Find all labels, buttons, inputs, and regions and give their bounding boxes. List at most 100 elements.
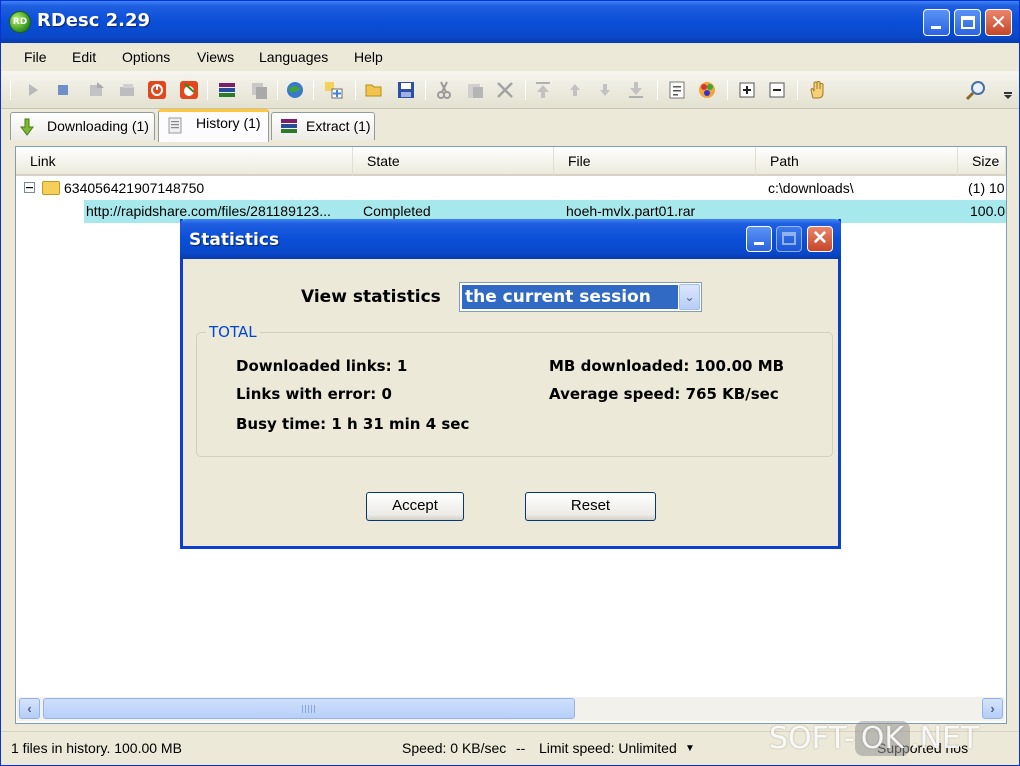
scroll-thumb[interactable] bbox=[43, 698, 575, 719]
maximize-icon bbox=[782, 232, 796, 245]
menu-help[interactable]: Help bbox=[354, 49, 383, 65]
close-button[interactable]: ✕ bbox=[985, 9, 1012, 36]
globe-icon[interactable] bbox=[285, 80, 305, 100]
status-separator: -- bbox=[516, 740, 526, 756]
busy-time: Busy time: 1 h 31 min 4 sec bbox=[236, 415, 470, 433]
search-icon[interactable] bbox=[965, 80, 985, 101]
move-bottom-icon[interactable] bbox=[626, 80, 646, 100]
tab-downloading[interactable]: Downloading (1) bbox=[10, 112, 155, 140]
item-link: http://rapidshare.com/files/281189123... bbox=[86, 203, 331, 219]
view-statistics-label: View statistics bbox=[301, 287, 441, 307]
scroll-left-button[interactable]: ‹ bbox=[19, 698, 40, 719]
add-link-icon[interactable] bbox=[323, 80, 343, 100]
open-folder-icon[interactable] bbox=[364, 80, 384, 100]
title-bar[interactable]: RD RDesc 2.29 ✕ bbox=[1, 1, 1019, 43]
properties-icon[interactable] bbox=[667, 80, 687, 100]
watermark: SOFT- OK .NET bbox=[769, 721, 979, 765]
move-top-icon[interactable] bbox=[533, 80, 553, 100]
chevron-down-icon[interactable]: ⌄ bbox=[679, 284, 700, 310]
close-icon: ✕ bbox=[990, 10, 1007, 34]
window-title: RDesc 2.29 bbox=[37, 10, 151, 31]
mb-downloaded: MB downloaded: 100.00 MB bbox=[549, 357, 785, 375]
statistics-period-select[interactable]: the current session ⌄ bbox=[459, 282, 702, 312]
horizontal-scrollbar[interactable]: ‹ › bbox=[17, 697, 1005, 721]
toolbar-grip[interactable] bbox=[10, 80, 11, 100]
list-header: Link State File Path Size bbox=[16, 147, 1006, 176]
delete-icon[interactable] bbox=[495, 80, 515, 100]
menu-languages[interactable]: Languages bbox=[259, 49, 328, 65]
minimize-icon bbox=[931, 26, 941, 29]
accept-button[interactable]: Accept bbox=[366, 492, 464, 521]
total-group-title: TOTAL bbox=[206, 323, 260, 341]
column-header-path[interactable]: Path bbox=[756, 147, 958, 176]
statistics-dialog: Statistics ✕ View statistics the current… bbox=[180, 219, 841, 549]
toolbar-separator bbox=[425, 80, 426, 100]
scroll-right-button[interactable]: › bbox=[982, 698, 1003, 719]
minimize-icon bbox=[754, 242, 764, 245]
move-down-icon[interactable] bbox=[595, 80, 615, 100]
stop-icon[interactable] bbox=[53, 80, 73, 100]
dialog-minimize-button[interactable] bbox=[746, 226, 772, 252]
toolbar-separator bbox=[313, 80, 314, 100]
extract-icon[interactable] bbox=[217, 80, 237, 100]
cut-icon[interactable] bbox=[434, 80, 454, 100]
maximize-icon bbox=[961, 16, 975, 29]
column-header-state[interactable]: State bbox=[353, 147, 554, 176]
pause-all-icon[interactable] bbox=[117, 80, 137, 100]
move-up-icon[interactable] bbox=[565, 80, 585, 100]
collapse-toggle[interactable] bbox=[24, 182, 35, 193]
total-group: TOTAL Downloaded links: 1 Links with err… bbox=[196, 323, 833, 457]
expand-icon[interactable] bbox=[737, 80, 757, 100]
tab-downloading-label: Downloading (1) bbox=[47, 118, 149, 134]
reset-button[interactable]: Reset bbox=[525, 492, 656, 521]
tab-strip: Downloading (1) History (1) Extract (1) bbox=[1, 109, 1019, 143]
menu-file[interactable]: File bbox=[24, 49, 47, 65]
dialog-title-bar[interactable]: Statistics ✕ bbox=[180, 219, 841, 259]
collapse-icon[interactable] bbox=[767, 80, 787, 100]
group-size: (1) 10 bbox=[968, 180, 1005, 196]
group-row[interactable]: 634056421907148750 c:\downloads\ (1) 10 bbox=[16, 177, 1006, 200]
dialog-close-button[interactable]: ✕ bbox=[807, 226, 833, 252]
start-icon[interactable] bbox=[23, 80, 43, 100]
group-name: 634056421907148750 bbox=[64, 180, 205, 196]
minimize-button[interactable] bbox=[923, 9, 950, 36]
paste-icon[interactable] bbox=[465, 80, 485, 100]
limit-speed-dropdown[interactable]: Limit speed: Unlimited bbox=[539, 740, 677, 756]
watermark-left: SOFT- bbox=[769, 721, 855, 756]
copy-icon[interactable] bbox=[249, 80, 269, 100]
column-header-file[interactable]: File bbox=[554, 147, 756, 176]
folder-icon bbox=[42, 181, 60, 195]
colors-icon[interactable] bbox=[697, 80, 717, 100]
chevron-down-icon[interactable] bbox=[1001, 80, 1015, 100]
queue-icon[interactable] bbox=[87, 80, 107, 100]
watermark-right: .NET bbox=[910, 721, 980, 756]
menu-options[interactable]: Options bbox=[122, 49, 170, 65]
toolbar-separator bbox=[727, 80, 728, 100]
toolbar-separator bbox=[525, 80, 526, 100]
toolbar bbox=[1, 71, 1019, 109]
menu-edit[interactable]: Edit bbox=[72, 49, 96, 65]
watermark-mid: OK bbox=[854, 721, 911, 756]
close-icon: ✕ bbox=[812, 228, 828, 249]
column-header-size[interactable]: Size bbox=[958, 147, 1006, 176]
average-speed: Average speed: 765 KB/sec bbox=[549, 385, 779, 403]
stop-all-icon[interactable] bbox=[147, 80, 167, 100]
dropdown-arrow-icon[interactable]: ▼ bbox=[685, 743, 695, 754]
status-speed: Speed: 0 KB/sec bbox=[402, 740, 507, 756]
maximize-button[interactable] bbox=[954, 9, 981, 36]
select-value: the current session bbox=[462, 285, 678, 309]
tab-extract[interactable]: Extract (1) bbox=[271, 112, 375, 140]
item-state: Completed bbox=[363, 203, 431, 219]
menu-views[interactable]: Views bbox=[197, 49, 234, 65]
hand-icon[interactable] bbox=[807, 80, 827, 100]
dialog-maximize-button bbox=[776, 226, 802, 252]
save-icon[interactable] bbox=[396, 80, 416, 100]
group-path: c:\downloads\ bbox=[768, 180, 854, 196]
item-size: 100.0 bbox=[970, 203, 1006, 219]
dialog-title: Statistics bbox=[189, 230, 280, 250]
column-header-link[interactable]: Link bbox=[16, 147, 353, 176]
toolbar-separator bbox=[797, 80, 798, 100]
menu-bar: File Edit Options Views Languages Help bbox=[1, 43, 1019, 71]
tab-history[interactable]: History (1) bbox=[158, 109, 269, 142]
schedule-icon[interactable] bbox=[179, 80, 199, 100]
